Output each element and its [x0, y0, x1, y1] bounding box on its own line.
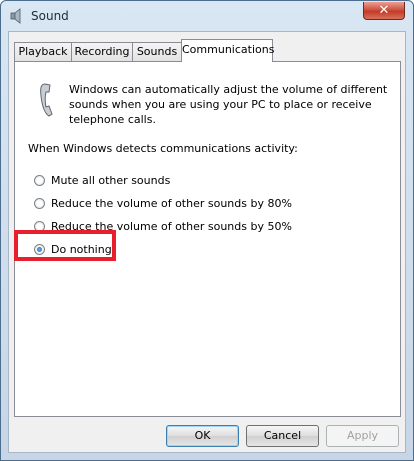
option-mute-all[interactable]: Mute all other sounds — [34, 172, 170, 188]
ok-button[interactable]: OK — [166, 425, 239, 447]
speaker-icon — [10, 8, 21, 24]
cancel-button[interactable]: Cancel — [246, 425, 319, 447]
tab-label: Recording — [74, 45, 130, 58]
ok-label: OK — [194, 429, 211, 442]
apply-button[interactable]: Apply — [326, 425, 399, 447]
radio-button[interactable] — [34, 174, 45, 186]
option-label: Mute all other sounds — [51, 173, 171, 187]
telephone-icon — [40, 83, 53, 117]
option-label: Reduce the volume of other sounds by 80% — [51, 196, 292, 210]
option-reduce-80[interactable]: Reduce the volume of other sounds by 80% — [34, 195, 292, 211]
close-icon: ✕ — [378, 3, 390, 18]
tab-label: Communications — [182, 43, 275, 56]
tab-communications[interactable]: Communications — [181, 39, 275, 62]
tab-label: Sounds — [136, 45, 178, 58]
tab-label: Playback — [18, 45, 68, 58]
close-button[interactable]: ✕ — [363, 2, 405, 20]
radio-button[interactable] — [34, 197, 45, 209]
cancel-label: Cancel — [263, 429, 302, 442]
apply-label: Apply — [346, 429, 379, 442]
description-text: Windows can automatically adjust the vol… — [69, 83, 388, 126]
title-bar[interactable]: Sound ✕ — [1, 1, 413, 31]
tab-sounds[interactable]: Sounds — [132, 42, 182, 61]
activity-prompt: When Windows detects communications acti… — [28, 142, 298, 155]
tab-recording[interactable]: Recording — [71, 42, 133, 61]
tab-playback[interactable]: Playback — [14, 42, 72, 61]
highlight-box — [14, 230, 116, 261]
window-title: Sound — [31, 9, 69, 23]
